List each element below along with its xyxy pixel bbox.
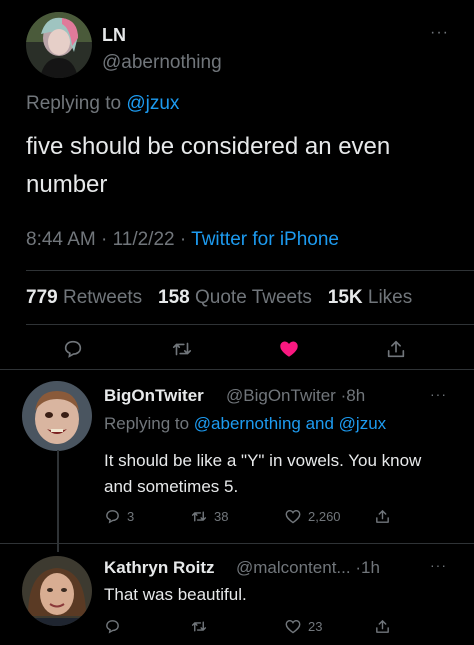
reply-count: 3 xyxy=(127,509,135,524)
retweet-count: 38 xyxy=(214,509,229,524)
reply-icon xyxy=(106,620,119,634)
like-icon xyxy=(285,509,301,524)
tweet-text: five should be considered an even number xyxy=(26,133,391,198)
retweet-icon xyxy=(191,621,207,632)
tweet-meta: 8:44 AM · 11/2/22 · Twitter for iPhone xyxy=(26,229,339,251)
reply-author-handle[interactable]: @BigOnTwiter xyxy=(226,386,336,405)
like-icon xyxy=(280,341,298,357)
reply-text: That was beautiful. xyxy=(104,585,247,604)
reply-button[interactable] xyxy=(104,618,121,635)
replying-to-line: Replying to @abernothing and @jzux xyxy=(104,414,386,434)
more-icon[interactable]: ··· xyxy=(430,557,447,573)
reply-author-name[interactable]: BigOnTwiter xyxy=(104,386,204,406)
reply-author-handle[interactable]: @malcontent... xyxy=(236,558,351,577)
divider xyxy=(0,543,474,544)
retweet-button[interactable] xyxy=(190,618,208,635)
reply-time[interactable]: 1h xyxy=(361,558,380,577)
tweet-date[interactable]: 11/2/22 xyxy=(113,229,175,250)
meta-separator: · xyxy=(101,229,108,250)
likes-stat[interactable]: 15K Likes xyxy=(328,287,413,308)
share-button[interactable] xyxy=(385,338,407,360)
replying-to-prefix: Replying to xyxy=(26,93,122,114)
replying-to-line: Replying to @jzux xyxy=(26,93,179,115)
like-button[interactable]: 23 xyxy=(284,618,322,635)
reply-avatar[interactable] xyxy=(22,556,92,626)
replying-to-links[interactable]: @abernothing and @jzux xyxy=(194,414,386,433)
replying-to-prefix: Replying to xyxy=(104,414,190,433)
reply-author-meta: @malcontent... ·1h xyxy=(236,558,380,577)
divider xyxy=(0,369,474,370)
author-name[interactable]: LN xyxy=(102,25,126,46)
retweet-icon xyxy=(191,511,207,522)
tweet-stats: 779 Retweets 158 Quote Tweets 15K Likes xyxy=(26,287,412,309)
reply-author-meta: @BigOnTwiter ·8h xyxy=(226,386,366,405)
reply-author-name[interactable]: Kathryn Roitz xyxy=(104,558,215,578)
reply-icon xyxy=(64,340,82,358)
reply-time[interactable]: 8h xyxy=(346,386,365,405)
reply-avatar[interactable] xyxy=(22,381,92,451)
retweet-icon xyxy=(172,342,192,356)
retweet-button[interactable] xyxy=(170,338,194,360)
divider xyxy=(26,270,474,271)
tweet-source[interactable]: Twitter for iPhone xyxy=(191,229,339,250)
reply-icon xyxy=(106,510,119,524)
share-icon xyxy=(376,510,389,523)
more-icon[interactable]: ··· xyxy=(430,24,449,42)
tweet-detail-page: LN @abernothing ··· Replying to @jzux fi… xyxy=(0,0,474,645)
like-button[interactable]: 2,260 xyxy=(284,508,341,525)
retweets-stat[interactable]: 779 Retweets xyxy=(26,287,142,308)
tweet-time[interactable]: 8:44 AM xyxy=(26,229,96,250)
thread-line xyxy=(57,450,59,552)
reply-button[interactable]: 3 xyxy=(104,508,134,525)
like-count: 23 xyxy=(308,619,323,634)
divider xyxy=(26,324,474,325)
share-icon xyxy=(387,340,405,358)
retweet-button[interactable]: 38 xyxy=(190,508,228,525)
meta-separator: · xyxy=(179,229,187,250)
author-avatar[interactable] xyxy=(26,12,92,78)
reply-text: It should be like a "Y" in vowels. You k… xyxy=(104,451,422,496)
like-count: 2,260 xyxy=(308,509,341,524)
quotes-stat[interactable]: 158 Quote Tweets xyxy=(158,287,312,308)
share-button[interactable] xyxy=(374,618,391,635)
share-icon xyxy=(376,620,389,633)
more-icon[interactable]: ··· xyxy=(430,386,447,402)
share-button[interactable] xyxy=(374,508,391,525)
replying-to-link[interactable]: @jzux xyxy=(126,93,179,114)
reply-button[interactable] xyxy=(62,338,84,360)
like-button[interactable] xyxy=(277,338,301,360)
like-icon xyxy=(285,619,301,634)
author-handle[interactable]: @abernothing xyxy=(102,52,222,74)
